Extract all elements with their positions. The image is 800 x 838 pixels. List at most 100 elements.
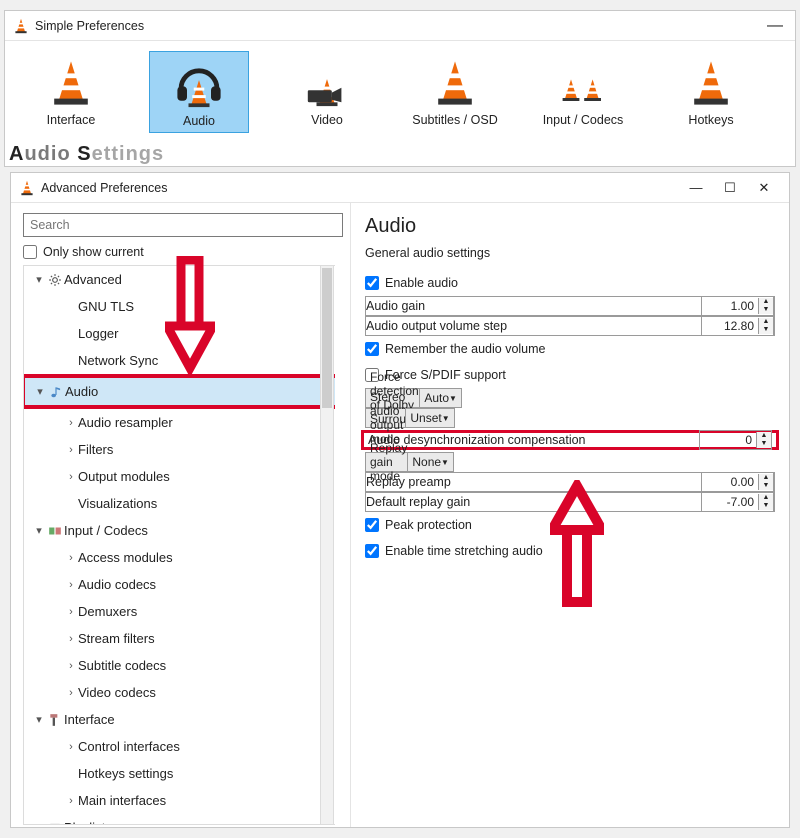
setting-checkbox[interactable] [365, 518, 379, 532]
scrollbar-thumb[interactable] [322, 268, 332, 408]
spinner-input[interactable]: 1.00▲▼ [701, 296, 774, 316]
tree-item[interactable]: Network Sync [24, 347, 335, 374]
tree-item[interactable]: ›Video codecs [24, 679, 335, 706]
tree-item-label: Playlist [64, 820, 105, 825]
setting-row: Remember the audio volume [365, 336, 775, 362]
chevron-down-icon: ▾ [32, 713, 46, 726]
simple-tabs-row: Interface Audio Video Subtitles / OSD In [5, 41, 795, 141]
setting-row: Enable audio [365, 270, 775, 296]
setting-row: Audio gain1.00▲▼ [365, 296, 775, 316]
tab-subtitles[interactable]: Subtitles / OSD [405, 51, 505, 133]
combo-select[interactable]: Unset▼ [405, 408, 454, 428]
tree-item-label: Logger [78, 326, 118, 341]
tree-item[interactable]: ›Access modules [24, 544, 335, 571]
tree-item-label: Advanced [64, 272, 122, 287]
tree-item[interactable]: ›Control interfaces [24, 733, 335, 760]
combo-select[interactable]: None▼ [407, 452, 454, 472]
setting-label: Audio output volume step [366, 319, 701, 333]
tab-hotkeys[interactable]: Hotkeys [661, 51, 761, 133]
spinner-up-icon[interactable]: ▲ [759, 474, 773, 482]
tree-item-label: Audio codecs [78, 577, 156, 592]
tree-item[interactable]: GNU TLS [24, 293, 335, 320]
list-icon [46, 821, 64, 826]
combo-select[interactable]: Auto▼ [419, 388, 462, 408]
tree-item[interactable]: ›Filters [24, 436, 335, 463]
video-cone-icon [303, 59, 351, 107]
tree-item[interactable]: ›Demuxers [24, 598, 335, 625]
tree-item-label: Audio [65, 384, 98, 399]
setting-checkbox[interactable] [365, 342, 379, 356]
chevron-right-icon: › [64, 417, 78, 429]
chevron-down-icon: ▼ [442, 414, 450, 423]
tree-scrollbar[interactable] [320, 265, 334, 825]
tree-item-label: Filters [78, 442, 113, 457]
setting-row: Enable time stretching audio [365, 538, 775, 564]
setting-row: Default replay gain-7.00▲▼ [365, 492, 775, 512]
minimize-button[interactable]: — [763, 17, 787, 35]
search-input[interactable] [23, 213, 343, 237]
tree-item[interactable]: ›Audio codecs [24, 571, 335, 598]
tree-item[interactable]: Logger [24, 320, 335, 347]
chevron-right-icon: › [64, 579, 78, 591]
spinner-down-icon[interactable]: ▼ [759, 326, 773, 334]
tree-item-label: Output modules [78, 469, 170, 484]
setting-checkbox[interactable] [365, 276, 379, 290]
only-show-current[interactable]: Only show current [23, 245, 348, 259]
tree-item[interactable]: ›Subtitle codecs [24, 652, 335, 679]
setting-label: Audio desynchronization compensation [368, 433, 699, 447]
settings-tree[interactable]: ▾AdvancedGNU TLSLoggerNetwork Sync▾Audio… [23, 265, 335, 825]
tree-item[interactable]: ›Audio resampler [24, 409, 335, 436]
tree-item[interactable]: ›Stream filters [24, 625, 335, 652]
spinner-value: 12.80 [702, 319, 758, 333]
tree-item[interactable]: ▾Interface [24, 706, 335, 733]
spinner-down-icon[interactable]: ▼ [759, 502, 773, 510]
setting-row: Replay gain modeNone▼ [365, 452, 445, 472]
spinner-up-icon[interactable]: ▲ [759, 298, 773, 306]
spinner-up-icon[interactable]: ▲ [759, 494, 773, 502]
tree-item-label: Video codecs [78, 685, 156, 700]
tab-audio[interactable]: Audio [149, 51, 249, 133]
tab-video[interactable]: Video [277, 51, 377, 133]
tree-item[interactable]: Hotkeys settings [24, 760, 335, 787]
tree-item[interactable]: ›Main interfaces [24, 787, 335, 814]
simple-titlebar: Simple Preferences — [5, 11, 795, 41]
spinner-up-icon[interactable]: ▲ [757, 432, 771, 440]
setting-row: Peak protection [365, 512, 775, 538]
note-icon [47, 385, 65, 399]
annotation-red-box: ▾Audio [23, 374, 335, 409]
tree-item-label: Main interfaces [78, 793, 166, 808]
spinner-input[interactable]: 0▲▼ [699, 430, 772, 450]
chevron-right-icon: › [64, 660, 78, 672]
spinner-down-icon[interactable]: ▼ [759, 482, 773, 490]
tree-item-label: Access modules [78, 550, 173, 565]
tab-interface[interactable]: Interface [21, 51, 121, 133]
advanced-preferences-window: Advanced Preferences — ☐ ✕ Only show cur… [10, 172, 790, 828]
tab-input-codecs[interactable]: Input / Codecs [533, 51, 633, 133]
spinner-input[interactable]: 0.00▲▼ [701, 472, 774, 492]
close-button[interactable]: ✕ [747, 178, 781, 198]
minimize-button[interactable]: — [679, 178, 713, 197]
spinner-down-icon[interactable]: ▼ [757, 440, 771, 448]
spinner-value: -7.00 [702, 495, 758, 509]
setting-checkbox[interactable] [365, 544, 379, 558]
tree-item[interactable]: ▾Advanced [24, 266, 335, 293]
tree-item[interactable]: ▾Input / Codecs [24, 517, 335, 544]
spinner-down-icon[interactable]: ▼ [759, 306, 773, 314]
tree-item[interactable]: ▾Playlist [24, 814, 335, 825]
tab-label: Subtitles / OSD [412, 113, 497, 127]
spinner-up-icon[interactable]: ▲ [759, 318, 773, 326]
spinner-input[interactable]: -7.00▲▼ [701, 492, 774, 512]
maximize-button[interactable]: ☐ [713, 178, 747, 198]
spinner-input[interactable]: 12.80▲▼ [701, 316, 774, 336]
left-pane: Only show current ▾AdvancedGNU TLSLogger… [11, 203, 351, 827]
tree-item-label: Control interfaces [78, 739, 180, 754]
headphones-cone-icon [175, 60, 223, 108]
setting-label: Force S/PDIF support [385, 368, 775, 382]
settings-list: Enable audioAudio gain1.00▲▼ Audio output… [365, 270, 775, 564]
tree-item[interactable]: ›Output modules [24, 463, 335, 490]
tree-item[interactable]: Visualizations [24, 490, 335, 517]
tree-item[interactable]: ▾Audio [25, 378, 335, 405]
only-show-current-checkbox[interactable] [23, 245, 37, 259]
setting-label: Remember the audio volume [385, 342, 775, 356]
cone-icon [431, 59, 479, 107]
